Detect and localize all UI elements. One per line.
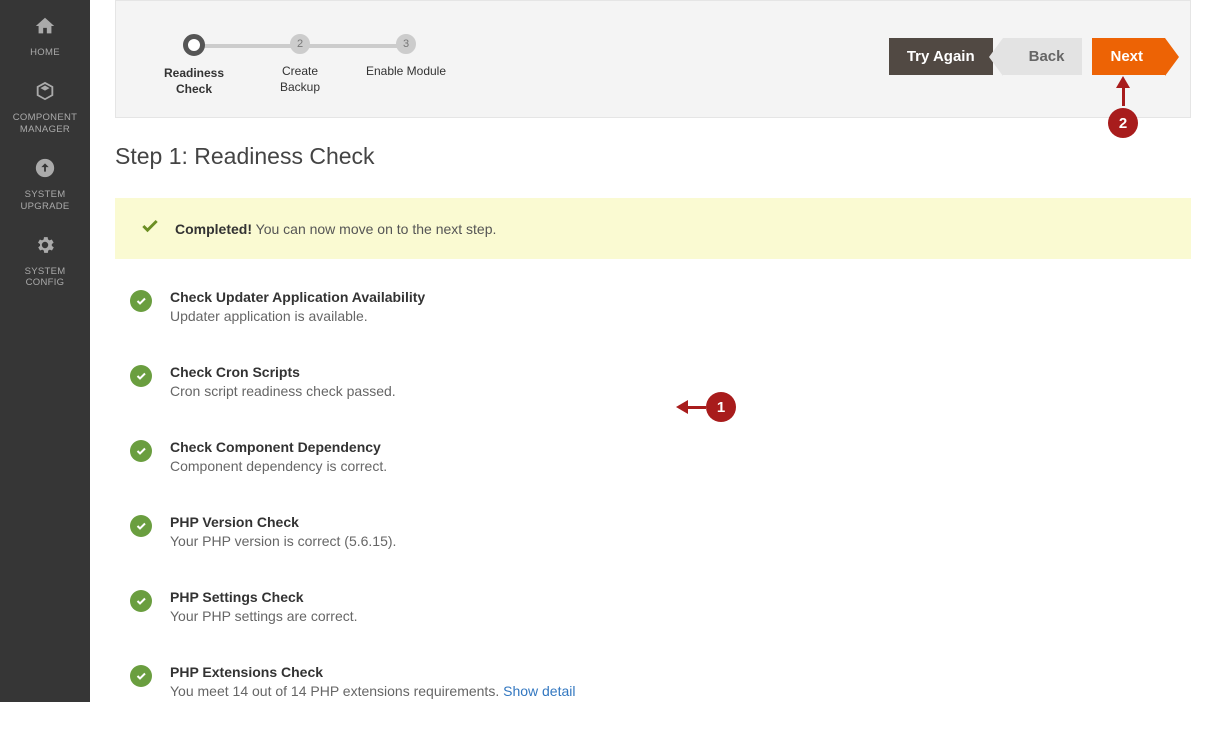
sidebar-item-label: SYSTEM UPGRADE bbox=[5, 189, 85, 212]
check-title: Check Cron Scripts bbox=[170, 364, 1181, 380]
sidebar-item-label: SYSTEM CONFIG bbox=[5, 266, 85, 289]
check-content: PHP Extensions Check You meet 14 out of … bbox=[170, 664, 1181, 699]
step-label: Enable Module bbox=[366, 64, 446, 80]
checks-list: Check Updater Application Availability U… bbox=[115, 259, 1191, 699]
check-php-settings: PHP Settings Check Your PHP settings are… bbox=[130, 589, 1181, 624]
sidebar-item-system-config[interactable]: SYSTEM CONFIG bbox=[0, 224, 90, 301]
check-icon bbox=[140, 216, 160, 241]
check-desc: Updater application is available. bbox=[170, 308, 1181, 324]
alert-strong: Completed! bbox=[175, 221, 252, 237]
step-enable-module: 3 Enable Module bbox=[353, 34, 459, 80]
check-content: Check Component Dependency Component dep… bbox=[170, 439, 1181, 474]
step-circle: 3 bbox=[396, 34, 416, 54]
check-php-version: PHP Version Check Your PHP version is co… bbox=[130, 514, 1181, 549]
home-icon bbox=[34, 15, 56, 43]
alert-message: You can now move on to the next step. bbox=[252, 221, 496, 237]
wizard-bar: ReadinessCheck 2 CreateBackup 3 Enable M… bbox=[115, 0, 1191, 118]
check-php-extensions: PHP Extensions Check You meet 14 out of … bbox=[130, 664, 1181, 699]
step-connector bbox=[300, 44, 406, 48]
step-connector bbox=[194, 44, 300, 48]
check-content: Check Updater Application Availability U… bbox=[170, 289, 1181, 324]
alert-completed: Completed! You can now move on to the ne… bbox=[115, 198, 1191, 259]
step-label: ReadinessCheck bbox=[164, 66, 224, 97]
check-desc: Your PHP version is correct (5.6.15). bbox=[170, 533, 1181, 549]
annotation-arrow-1 bbox=[676, 400, 706, 414]
check-content: PHP Version Check Your PHP version is co… bbox=[170, 514, 1181, 549]
box-icon bbox=[34, 80, 56, 108]
sidebar-item-label: HOME bbox=[30, 47, 60, 58]
check-desc: Your PHP settings are correct. bbox=[170, 608, 1181, 624]
step-circle: 2 bbox=[290, 34, 310, 54]
check-content: Check Cron Scripts Cron script readiness… bbox=[170, 364, 1181, 399]
check-title: PHP Extensions Check bbox=[170, 664, 1181, 680]
step-label: CreateBackup bbox=[280, 64, 320, 95]
step-readiness-check: ReadinessCheck bbox=[141, 34, 247, 97]
alert-text: Completed! You can now move on to the ne… bbox=[175, 221, 496, 237]
step-circle-active bbox=[183, 34, 205, 56]
check-title: PHP Settings Check bbox=[170, 589, 1181, 605]
check-desc: Cron script readiness check passed. bbox=[170, 383, 1181, 399]
page-title: Step 1: Readiness Check bbox=[115, 143, 1191, 170]
show-detail-link[interactable]: Show detail bbox=[503, 683, 575, 699]
wizard-buttons: Try Again Back Next bbox=[889, 16, 1165, 75]
success-icon bbox=[130, 365, 152, 387]
check-dependency: Check Component Dependency Component dep… bbox=[130, 439, 1181, 474]
page-content: Step 1: Readiness Check Completed! You c… bbox=[90, 118, 1206, 739]
annotation-arrow-2 bbox=[1116, 76, 1130, 106]
main-content: ReadinessCheck 2 CreateBackup 3 Enable M… bbox=[90, 0, 1206, 702]
success-icon bbox=[130, 440, 152, 462]
sidebar-item-label: COMPONENT MANAGER bbox=[5, 112, 85, 135]
check-desc: Component dependency is correct. bbox=[170, 458, 1181, 474]
annotation-badge-1: 1 bbox=[706, 392, 736, 422]
upload-icon bbox=[34, 157, 56, 185]
check-content: PHP Settings Check Your PHP settings are… bbox=[170, 589, 1181, 624]
check-desc-text: You meet 14 out of 14 PHP extensions req… bbox=[170, 683, 503, 699]
success-icon bbox=[130, 665, 152, 687]
check-desc: You meet 14 out of 14 PHP extensions req… bbox=[170, 683, 1181, 699]
sidebar-item-system-upgrade[interactable]: SYSTEM UPGRADE bbox=[0, 147, 90, 224]
sidebar: HOME COMPONENT MANAGER SYSTEM UPGRADE SY… bbox=[0, 0, 90, 702]
check-title: PHP Version Check bbox=[170, 514, 1181, 530]
annotation-badge-2: 2 bbox=[1108, 108, 1138, 138]
try-again-button[interactable]: Try Again bbox=[889, 38, 993, 75]
check-updater: Check Updater Application Availability U… bbox=[130, 289, 1181, 324]
check-title: Check Updater Application Availability bbox=[170, 289, 1181, 305]
gear-icon bbox=[34, 234, 56, 262]
check-title: Check Component Dependency bbox=[170, 439, 1181, 455]
sidebar-item-component-manager[interactable]: COMPONENT MANAGER bbox=[0, 70, 90, 147]
wizard-steps: ReadinessCheck 2 CreateBackup 3 Enable M… bbox=[141, 16, 459, 97]
success-icon bbox=[130, 590, 152, 612]
check-cron: Check Cron Scripts Cron script readiness… bbox=[130, 364, 1181, 399]
success-icon bbox=[130, 290, 152, 312]
next-button[interactable]: Next bbox=[1092, 38, 1165, 75]
sidebar-item-home[interactable]: HOME bbox=[0, 5, 90, 70]
success-icon bbox=[130, 515, 152, 537]
back-button[interactable]: Back bbox=[1003, 38, 1083, 75]
